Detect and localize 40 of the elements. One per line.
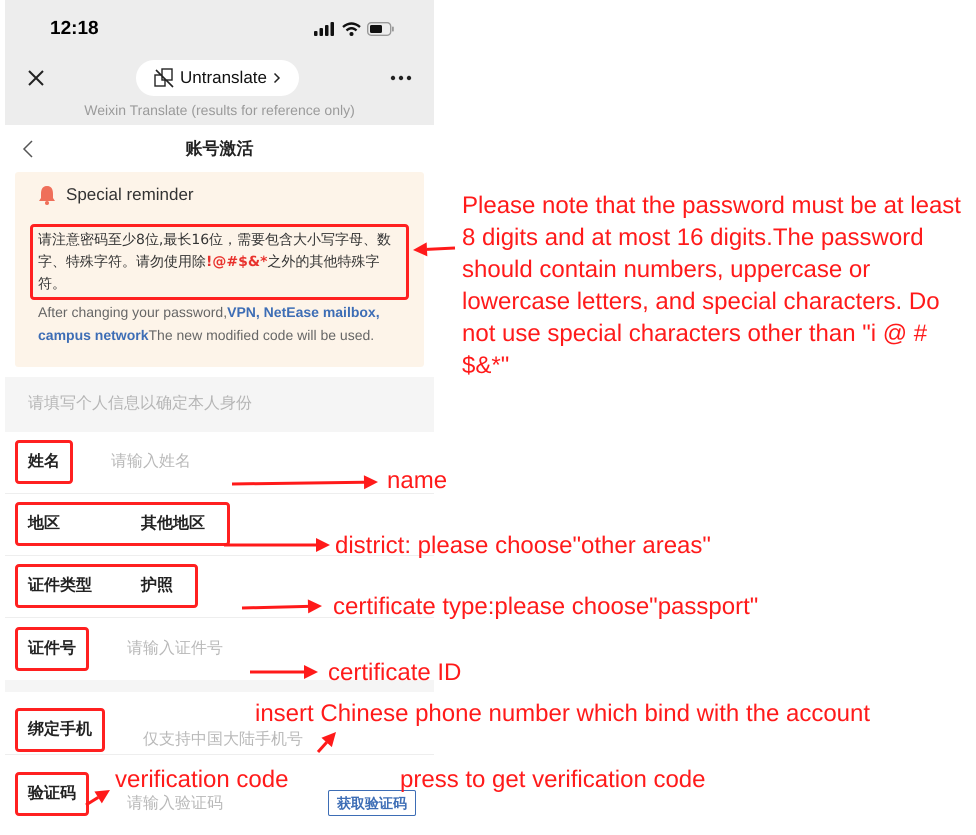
annotation-text: Please note that the password must be at least 8 digits and at most 16 digits.The password should contain numbers, uppercase or lowercase letters, and special characters. Do not use special characters other than "i @ # $&*" xyxy=(462,191,962,381)
translate-icon xyxy=(154,68,174,88)
reminder-title: Special reminder xyxy=(66,184,194,206)
field-label: 证件类型 xyxy=(28,576,92,596)
input-field[interactable]: 仅支持中国大陆手机号 xyxy=(143,728,323,752)
battery-icon xyxy=(367,22,394,36)
annotation-arrow xyxy=(85,790,110,806)
clock-time: 12:18 xyxy=(50,16,99,41)
annotation-text: name xyxy=(387,466,448,496)
chevron-icon xyxy=(272,72,281,84)
field-label: 地区 xyxy=(28,514,60,534)
field-value[interactable]: 其他地区 xyxy=(141,512,205,536)
untranslate-button[interactable]: Untranslate xyxy=(136,60,299,96)
field-label: 验证码 xyxy=(15,772,89,816)
signal-icon xyxy=(314,22,336,36)
field-value[interactable]: 护照 xyxy=(141,574,173,598)
field-label: 绑定手机 xyxy=(15,708,105,752)
wifi-icon xyxy=(342,22,361,36)
input-field[interactable]: 请输入姓名 xyxy=(111,450,291,474)
back-icon[interactable] xyxy=(22,139,34,159)
annotation-text: district: please choose"other areas" xyxy=(335,531,711,561)
annotation-text: certificate type:please choose"passport" xyxy=(333,592,758,622)
field-label: 姓名 xyxy=(15,440,73,484)
annotation-text: insert Chinese phone number which bind with the account xyxy=(255,700,870,728)
annotation-text: certificate ID xyxy=(328,658,462,688)
translation-note: Weixin Translate (results for reference only) xyxy=(83,101,356,120)
more-icon[interactable] xyxy=(390,75,412,81)
input-field[interactable]: 请输入证件号 xyxy=(127,636,307,660)
field-label: 证件号 xyxy=(15,626,89,670)
reminder-note: After changing your password,VPN, NetEase mailbox, campus networkThe new modified code will be used. xyxy=(38,302,381,345)
annotation-arrow xyxy=(316,732,336,753)
section-header: 请填写个人信息以确定本人身份 xyxy=(5,376,434,432)
warning-text: 请注意密码至少8位,最长16位，需要包含大小写字母、数字、特殊字符。请勿使用除!@#$&*之外的其他特殊字符。 xyxy=(30,224,409,300)
annotation-text: verification code xyxy=(115,765,288,794)
annotation-arrow xyxy=(413,242,456,256)
annotation-arrow xyxy=(250,665,318,679)
bell-icon xyxy=(38,184,56,205)
close-icon[interactable] xyxy=(27,69,45,87)
page-title: 账号激活 xyxy=(186,138,254,160)
input-field[interactable]: 请输入验证码 xyxy=(127,792,307,816)
